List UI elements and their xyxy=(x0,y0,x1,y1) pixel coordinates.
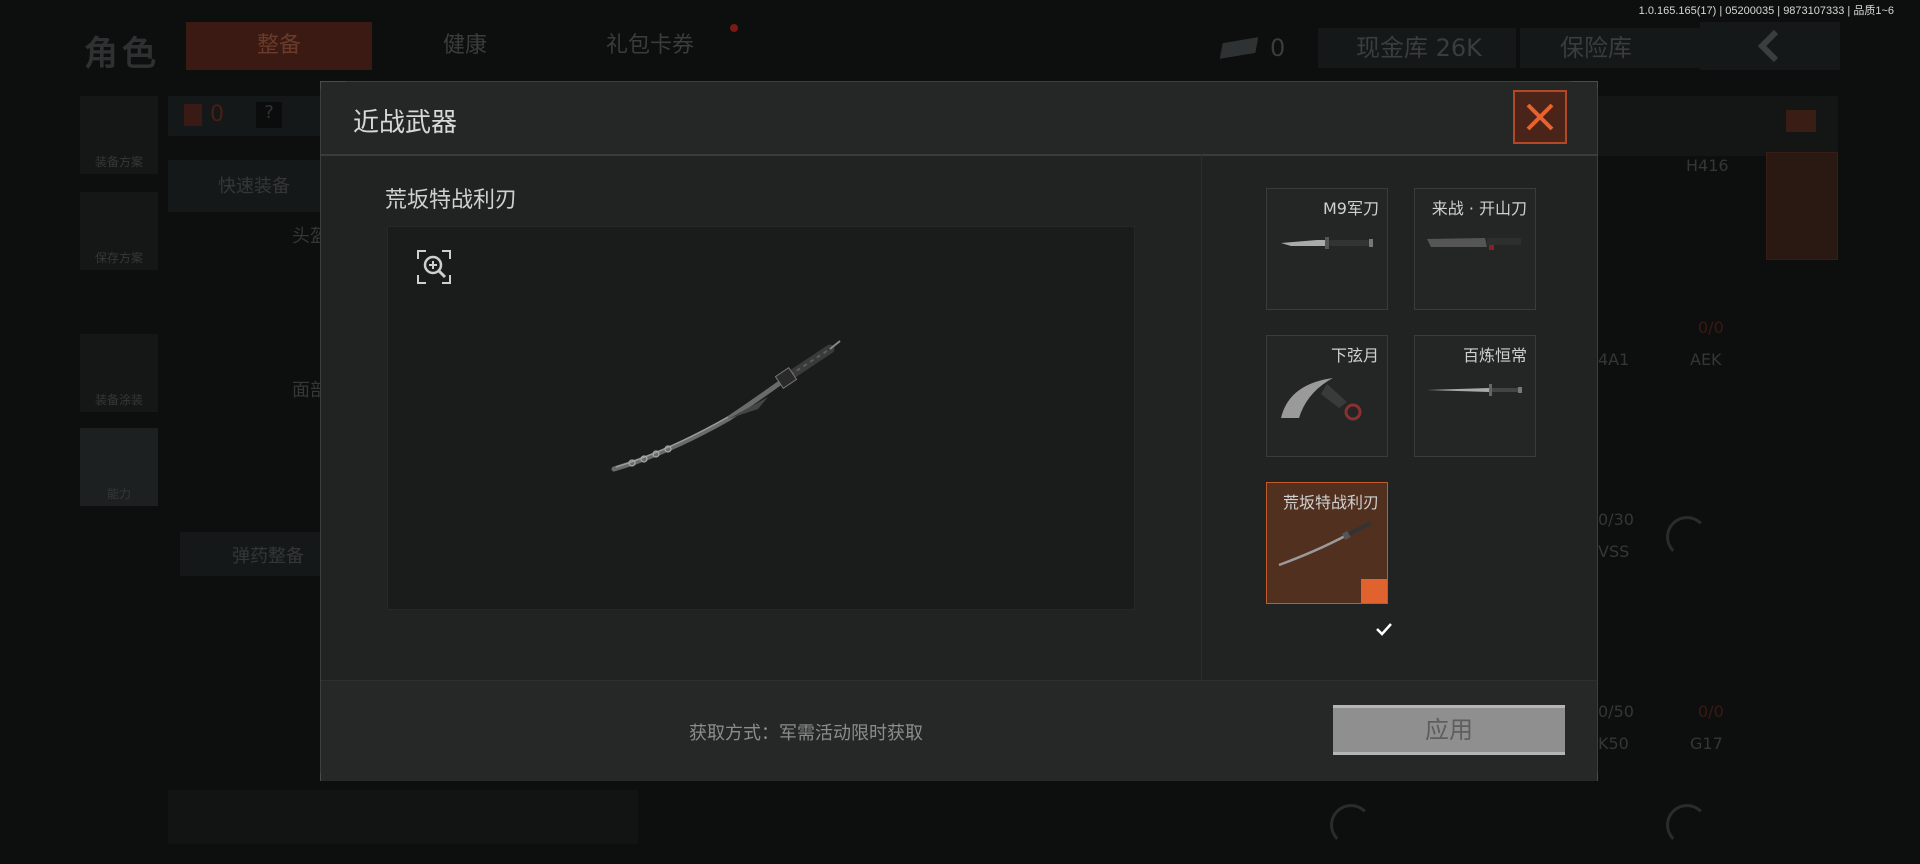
bg-ammo-count: 0/50 xyxy=(1598,702,1634,721)
bg-ammo-count: 0/0 xyxy=(1698,702,1724,721)
bg-quick-equip-label: 快速装备 xyxy=(218,176,290,197)
loading-spinner-icon xyxy=(1666,804,1708,846)
bg-weapon-label: AEK xyxy=(1690,350,1722,369)
bg-tab-equipment: 整备 xyxy=(186,22,372,70)
katana-icon xyxy=(1278,521,1372,567)
bg-side-save: 保存方案 xyxy=(80,192,158,270)
bg-ammo-equip-label: 弹药整备 xyxy=(232,546,304,567)
bg-right-slot-active xyxy=(1766,152,1838,260)
weapon-card-long-sword[interactable]: 百炼恒常 xyxy=(1414,335,1536,457)
bg-side-label: 装备方案 xyxy=(94,155,143,169)
selected-item-name: 荒坂特战利刃 xyxy=(385,188,518,213)
bg-side-loadout: 装备方案 xyxy=(80,96,158,174)
bg-side-ability: 能力 xyxy=(80,428,158,506)
loading-spinner-icon xyxy=(1330,804,1372,846)
bg-weapon-label: H416 xyxy=(1686,156,1729,175)
back-arrow-icon xyxy=(1757,29,1779,63)
weapon-card-label: 荒坂特战利刃 xyxy=(1282,493,1379,512)
bg-weapon-label: G17 xyxy=(1690,734,1723,753)
bg-weapon-label: 4A1 xyxy=(1598,350,1630,369)
bg-bottom-panel xyxy=(168,790,638,844)
bg-page-title: 角色 xyxy=(84,34,160,74)
weapon-card-label: 下弦月 xyxy=(1330,346,1379,365)
dialog-header: 近战武器 xyxy=(321,82,1597,156)
notification-dot xyxy=(730,24,738,32)
bg-ammo-equip: 弹药整备 xyxy=(180,532,320,576)
katana-large-icon xyxy=(611,340,841,472)
weapon-card-label: M9军刀 xyxy=(1323,199,1379,218)
bg-ticket: 0 xyxy=(1219,28,1286,68)
weapon-card-label: 来战 · 开山刀 xyxy=(1431,199,1527,218)
bg-safe-box-label: 保险库 xyxy=(1560,34,1632,62)
dialog-footer: 获取方式：军需活动限时获取 应用 xyxy=(321,680,1597,781)
bg-quick-equip: 快速装备 xyxy=(168,160,320,212)
bg-right-header xyxy=(1598,96,1838,156)
ticket-icon xyxy=(1219,37,1259,59)
weapon-card-arasaka-blade[interactable]: 荒坂特战利刃 xyxy=(1266,482,1392,636)
bg-weapon-label: VSS xyxy=(1598,542,1630,561)
bg-cash-vault: 现金库 26K xyxy=(1318,28,1516,68)
dialog-title: 近战武器 xyxy=(353,108,458,138)
karambit-icon xyxy=(1281,378,1362,421)
apply-button[interactable]: 应用 xyxy=(1333,705,1565,755)
weapon-preview[interactable] xyxy=(387,226,1135,610)
panel-divider xyxy=(1201,154,1202,694)
machete-icon xyxy=(1427,238,1521,250)
bg-side-label: 能力 xyxy=(106,487,131,501)
weapon-card-label: 百炼恒常 xyxy=(1462,346,1527,365)
bg-back-button xyxy=(1700,22,1840,70)
close-button[interactable] xyxy=(1513,90,1567,144)
weapon-card-karambit[interactable]: 下弦月 xyxy=(1266,335,1388,457)
close-icon xyxy=(1526,103,1554,131)
zoom-in-button[interactable] xyxy=(416,249,452,285)
zoom-in-icon xyxy=(417,250,451,284)
weapon-card-machete[interactable]: 来战 · 开山刀 xyxy=(1414,188,1536,310)
bg-badge-count: 0 xyxy=(210,102,224,127)
version-info: 1.0.165.165(17) | 05200035 | 9873107333 … xyxy=(1638,5,1894,17)
bg-help-icon: ? xyxy=(256,102,282,128)
bg-badge-row: 0 ? xyxy=(168,96,320,136)
bg-side-skins: 装备涂装 xyxy=(80,334,158,412)
bg-weapon-label: K50 xyxy=(1598,734,1629,753)
bg-tab-health: 健康 xyxy=(442,33,487,58)
bg-tab-gift-coupons: 礼包卡券 xyxy=(605,33,694,58)
bg-ammo-count: 0/30 xyxy=(1598,510,1634,529)
bg-safe-box: 保险库 xyxy=(1520,28,1700,68)
loading-spinner-icon xyxy=(1666,516,1708,558)
bg-badge-icon xyxy=(184,104,202,126)
long-sword-icon xyxy=(1427,384,1522,396)
acquire-method-text: 获取方式：军需活动限时获取 xyxy=(689,723,923,744)
bg-ammo-count: 0/0 xyxy=(1698,318,1724,337)
ticket-count: 0 xyxy=(1270,34,1286,62)
layers-icon xyxy=(1786,110,1816,132)
bg-side-label: 装备涂装 xyxy=(94,393,143,407)
bg-side-label: 保存方案 xyxy=(94,251,143,265)
checkmark-icon xyxy=(1376,623,1392,636)
selected-checkmark xyxy=(1361,579,1392,636)
bg-cash-vault-label: 现金库 26K xyxy=(1356,34,1482,62)
melee-weapon-dialog: 近战武器 荒坂特战利刃 M9军刀 来战 · 开山刀 下弦月 百炼恒常 荒坂特战利… xyxy=(320,81,1598,781)
combat-knife-icon xyxy=(1281,237,1373,249)
weapon-card-m9[interactable]: M9军刀 xyxy=(1266,188,1388,310)
